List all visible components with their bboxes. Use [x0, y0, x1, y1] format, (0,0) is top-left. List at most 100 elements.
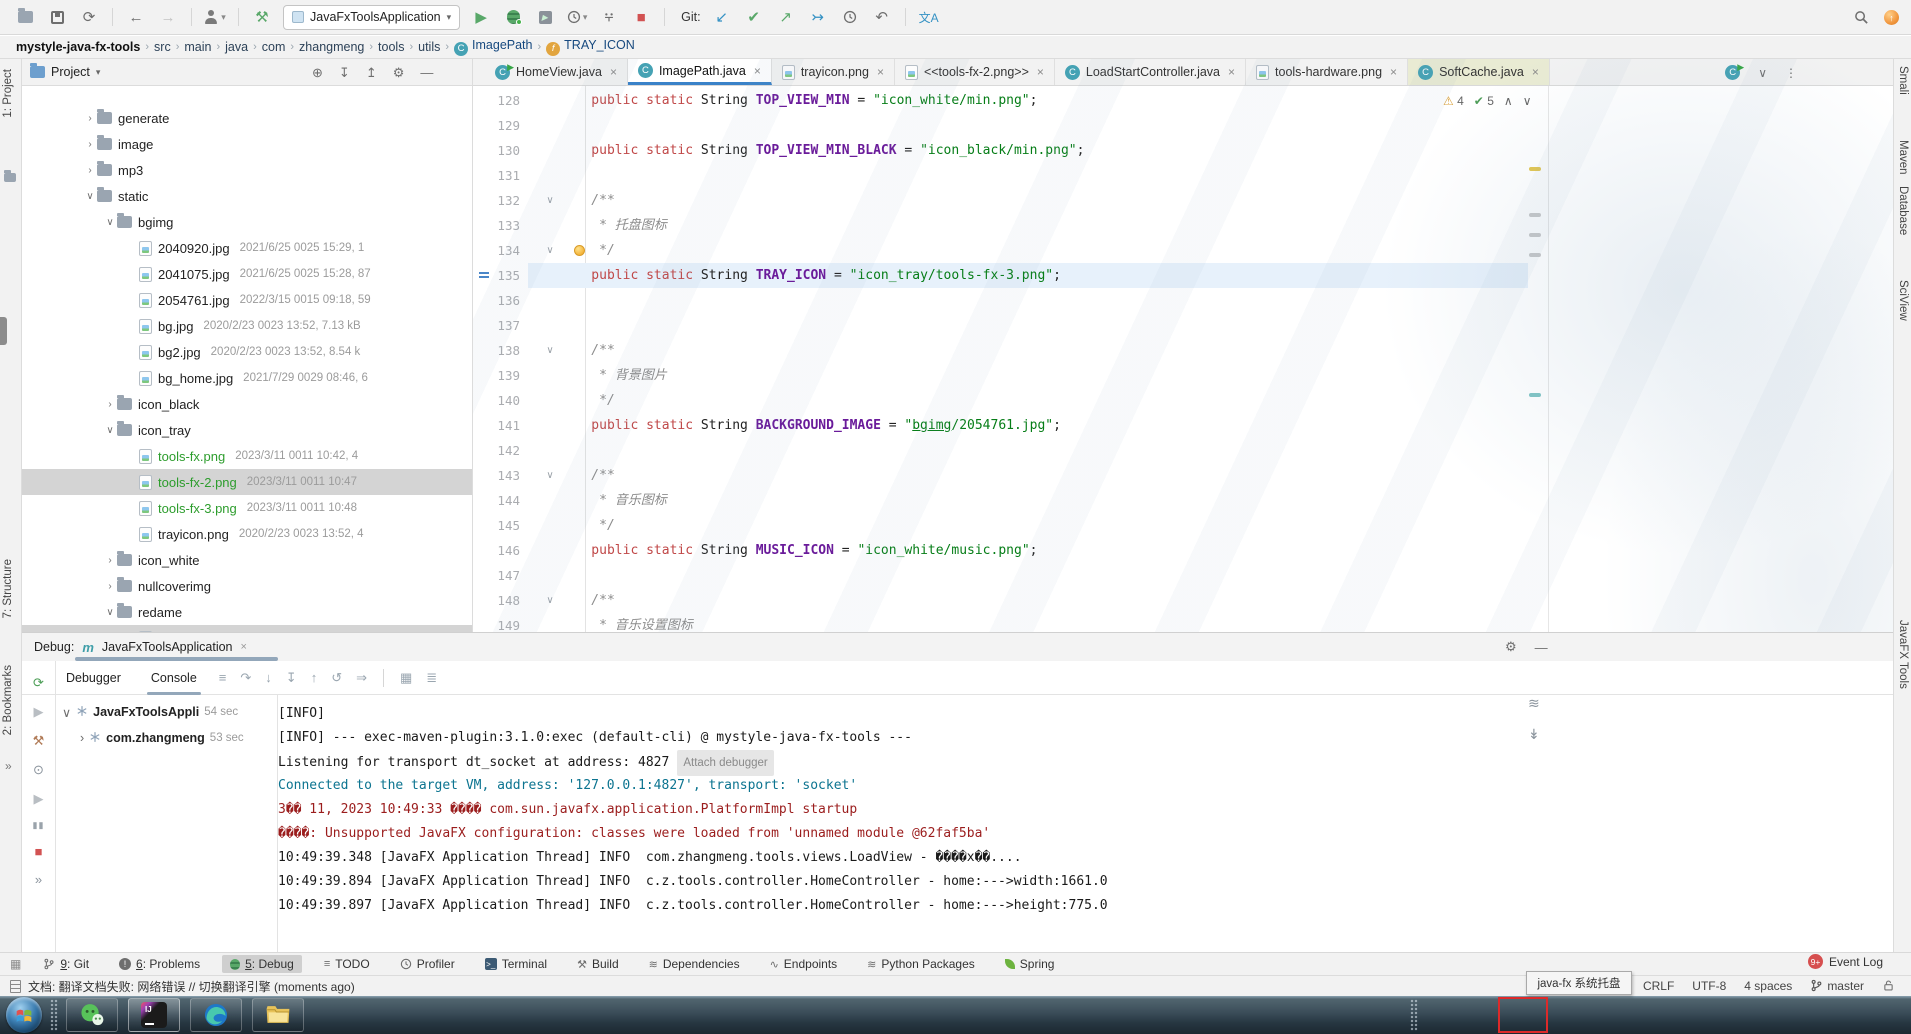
back-icon[interactable]: ← [125, 5, 147, 29]
modify-run-config-icon[interactable]: ⚒ [33, 733, 45, 749]
tree-row-trayicon.png[interactable]: trayicon.png2020/2/23 0023 13:52, 4 [22, 521, 473, 547]
tree-row-mp3[interactable]: ›mp3 [22, 157, 473, 183]
tree-chevron-icon[interactable]: › [83, 165, 97, 176]
stripe-change-mark[interactable] [1529, 233, 1541, 237]
stripe-javafx-tools-button[interactable]: JavaFX Tools [1897, 620, 1909, 689]
tree-chevron-icon[interactable]: ∨ [103, 425, 117, 436]
stripe-project-button[interactable]: 1: Project [2, 69, 14, 118]
profiler-button[interactable]: ▾ [566, 5, 588, 29]
tabs-chevron-down-icon[interactable]: ∨ [1758, 66, 1767, 80]
tree-row-2040920.jpg[interactable]: 2040920.jpg2021/6/25 0025 15:29, 1 [22, 235, 473, 261]
soft-wrap-icon[interactable]: ≋ [1528, 695, 1540, 712]
breadcrumb-item[interactable]: java [225, 40, 248, 54]
open-folder-icon[interactable] [14, 5, 36, 29]
toolwindow----problems[interactable]: !6: Problems [111, 955, 208, 973]
tab-debugger[interactable]: Debugger [58, 661, 129, 695]
breadcrumb-member[interactable]: fTRAY_ICON [546, 38, 635, 56]
stripe-smali-button[interactable]: Smali [1897, 66, 1909, 95]
lock-icon[interactable] [1882, 979, 1895, 992]
debug-session-tab[interactable]: JavaFxToolsApplication [102, 640, 233, 654]
stripe-database-button[interactable]: Database [1897, 186, 1909, 235]
resume-program-icon[interactable]: ▶ [34, 791, 44, 807]
step-over-icon[interactable]: ↷ [240, 670, 251, 686]
stripe-change-mark[interactable] [1529, 213, 1541, 217]
debug-session-node[interactable]: ›com.zhangmeng53 sec [80, 725, 244, 751]
prev-problem-icon[interactable]: ∧ [1504, 94, 1513, 108]
tree-chevron-icon[interactable]: › [83, 113, 97, 124]
tree-row-bg.jpg[interactable]: bg.jpg2020/2/23 0023 13:52, 7.13 kB [22, 313, 473, 339]
project-view-arrow-icon[interactable]: ▾ [96, 67, 101, 78]
tree-row-bg_home.jpg[interactable]: bg_home.jpg2021/7/29 0029 08:46, 6 [22, 365, 473, 391]
tab-close-icon[interactable]: × [1532, 65, 1539, 79]
console-output[interactable]: [INFO][INFO] --- exec-maven-plugin:3.1.0… [278, 695, 1578, 953]
fold-icon[interactable]: ∨ [543, 588, 557, 613]
stripe-info-mark[interactable] [1529, 393, 1541, 397]
user-profile-icon[interactable]: ▾ [204, 5, 226, 29]
run-configuration-select[interactable]: JavaFxToolsApplication ▾ [283, 5, 460, 30]
debug-session-node[interactable]: ∨JavaFxToolsAppli54 sec [62, 699, 238, 725]
stripe-more-button[interactable]: » [5, 759, 12, 773]
tree-row-icon_black[interactable]: ›icon_black [22, 391, 473, 417]
tab-close-icon[interactable]: × [1037, 65, 1044, 79]
indent-widget[interactable]: 4 spaces [1744, 979, 1792, 993]
run-to-cursor-icon[interactable]: ⇒ [356, 670, 367, 686]
stripe-maven-button[interactable]: Maven [1897, 140, 1909, 175]
coverage-button[interactable]: ▶ [534, 5, 556, 29]
stripe-change-mark[interactable] [1529, 253, 1541, 257]
panel-settings-icon[interactable]: ⚙ [393, 65, 405, 81]
breadcrumb-item[interactable]: com [262, 40, 286, 54]
translate-button[interactable]: 文A [918, 5, 940, 29]
toolwindow----git[interactable]: 9: Git [35, 955, 97, 973]
scroll-to-end-icon[interactable]: ↡ [1528, 726, 1540, 743]
close-session-icon[interactable]: × [241, 641, 247, 653]
tree-row-static[interactable]: ∨static [22, 183, 473, 209]
tab-close-icon[interactable]: × [1228, 65, 1235, 79]
git-history-button[interactable] [839, 5, 861, 29]
breadcrumb-item[interactable]: mystyle-java-fx-tools [16, 40, 140, 54]
tree-row-image[interactable]: ›image [22, 131, 473, 157]
taskbar-wechat-button[interactable] [66, 998, 118, 1032]
tree-row-2041075.jpg[interactable]: 2041075.jpg2021/6/25 0025 15:28, 87 [22, 261, 473, 287]
stop-process-button[interactable]: ■ [35, 844, 43, 859]
inspections-widget[interactable]: ⚠ 4 ✔ 5 ∧ ∨ [1443, 94, 1531, 108]
toolwindow-python-packages[interactable]: ≋Python Packages [859, 955, 983, 973]
tab-console[interactable]: Console [143, 661, 205, 695]
tab-close-icon[interactable]: × [610, 65, 617, 79]
debug-hide-icon[interactable]: — [1535, 640, 1548, 655]
taskbar-edge-button[interactable] [190, 998, 242, 1032]
toolwindow-profiler[interactable]: Profiler [392, 955, 463, 973]
tree-row-nullcoverimg[interactable]: ›nullcoverimg [22, 573, 473, 599]
line-ending-widget[interactable]: CRLF [1643, 979, 1674, 993]
git-rollback-button[interactable]: ↶ [871, 5, 893, 29]
git-update-button[interactable]: ↙ [711, 5, 733, 29]
toolwindow----debug[interactable]: 5: Debug [222, 955, 302, 973]
collapse-all-icon[interactable]: ↥ [366, 65, 377, 81]
tree-chevron-icon[interactable]: ∨ [83, 191, 97, 202]
pause-button[interactable]: ▮▮ [33, 820, 45, 831]
breadcrumb-class[interactable]: CImagePath [454, 38, 532, 56]
toolwindow-endpoints[interactable]: ∿Endpoints [762, 955, 846, 973]
git-commit-button[interactable]: ✔ [743, 5, 765, 29]
search-everywhere-icon[interactable] [1850, 6, 1872, 30]
toolwindow-todo[interactable]: ≡TODO [316, 955, 378, 973]
start-button[interactable] [6, 997, 42, 1033]
tree-row-redame[interactable]: ∨redame [22, 599, 473, 625]
breadcrumb-item[interactable]: utils [418, 40, 440, 54]
tree-chevron-icon[interactable]: ∨ [103, 607, 117, 618]
run-button[interactable]: ▶ [470, 5, 492, 29]
view-breakpoints-icon[interactable]: ⊙ [33, 762, 44, 778]
git-push-button[interactable]: ↗ [775, 5, 797, 29]
save-all-icon[interactable] [46, 5, 68, 29]
stripe-warning-mark[interactable] [1529, 167, 1541, 171]
editor-tab[interactable]: <<tools-fx-2.png>>× [895, 59, 1055, 85]
folder-mini-icon[interactable] [4, 171, 16, 185]
tree-row-tools-fx-3.png[interactable]: tools-fx-3.png2023/3/11 0011 10:48 [22, 495, 473, 521]
fold-icon[interactable]: ∨ [543, 238, 557, 263]
stripe-structure-button[interactable]: 7: Structure [2, 559, 14, 618]
layout-settings-icon[interactable]: ≣ [426, 670, 437, 686]
tab-close-icon[interactable]: × [877, 65, 884, 79]
more-actions-icon[interactable]: » [35, 872, 42, 887]
stripe-bookmarks-button[interactable]: 2: Bookmarks [2, 665, 14, 735]
tree-chevron-icon[interactable]: ∨ [62, 705, 71, 720]
next-problem-icon[interactable]: ∨ [1523, 94, 1532, 108]
